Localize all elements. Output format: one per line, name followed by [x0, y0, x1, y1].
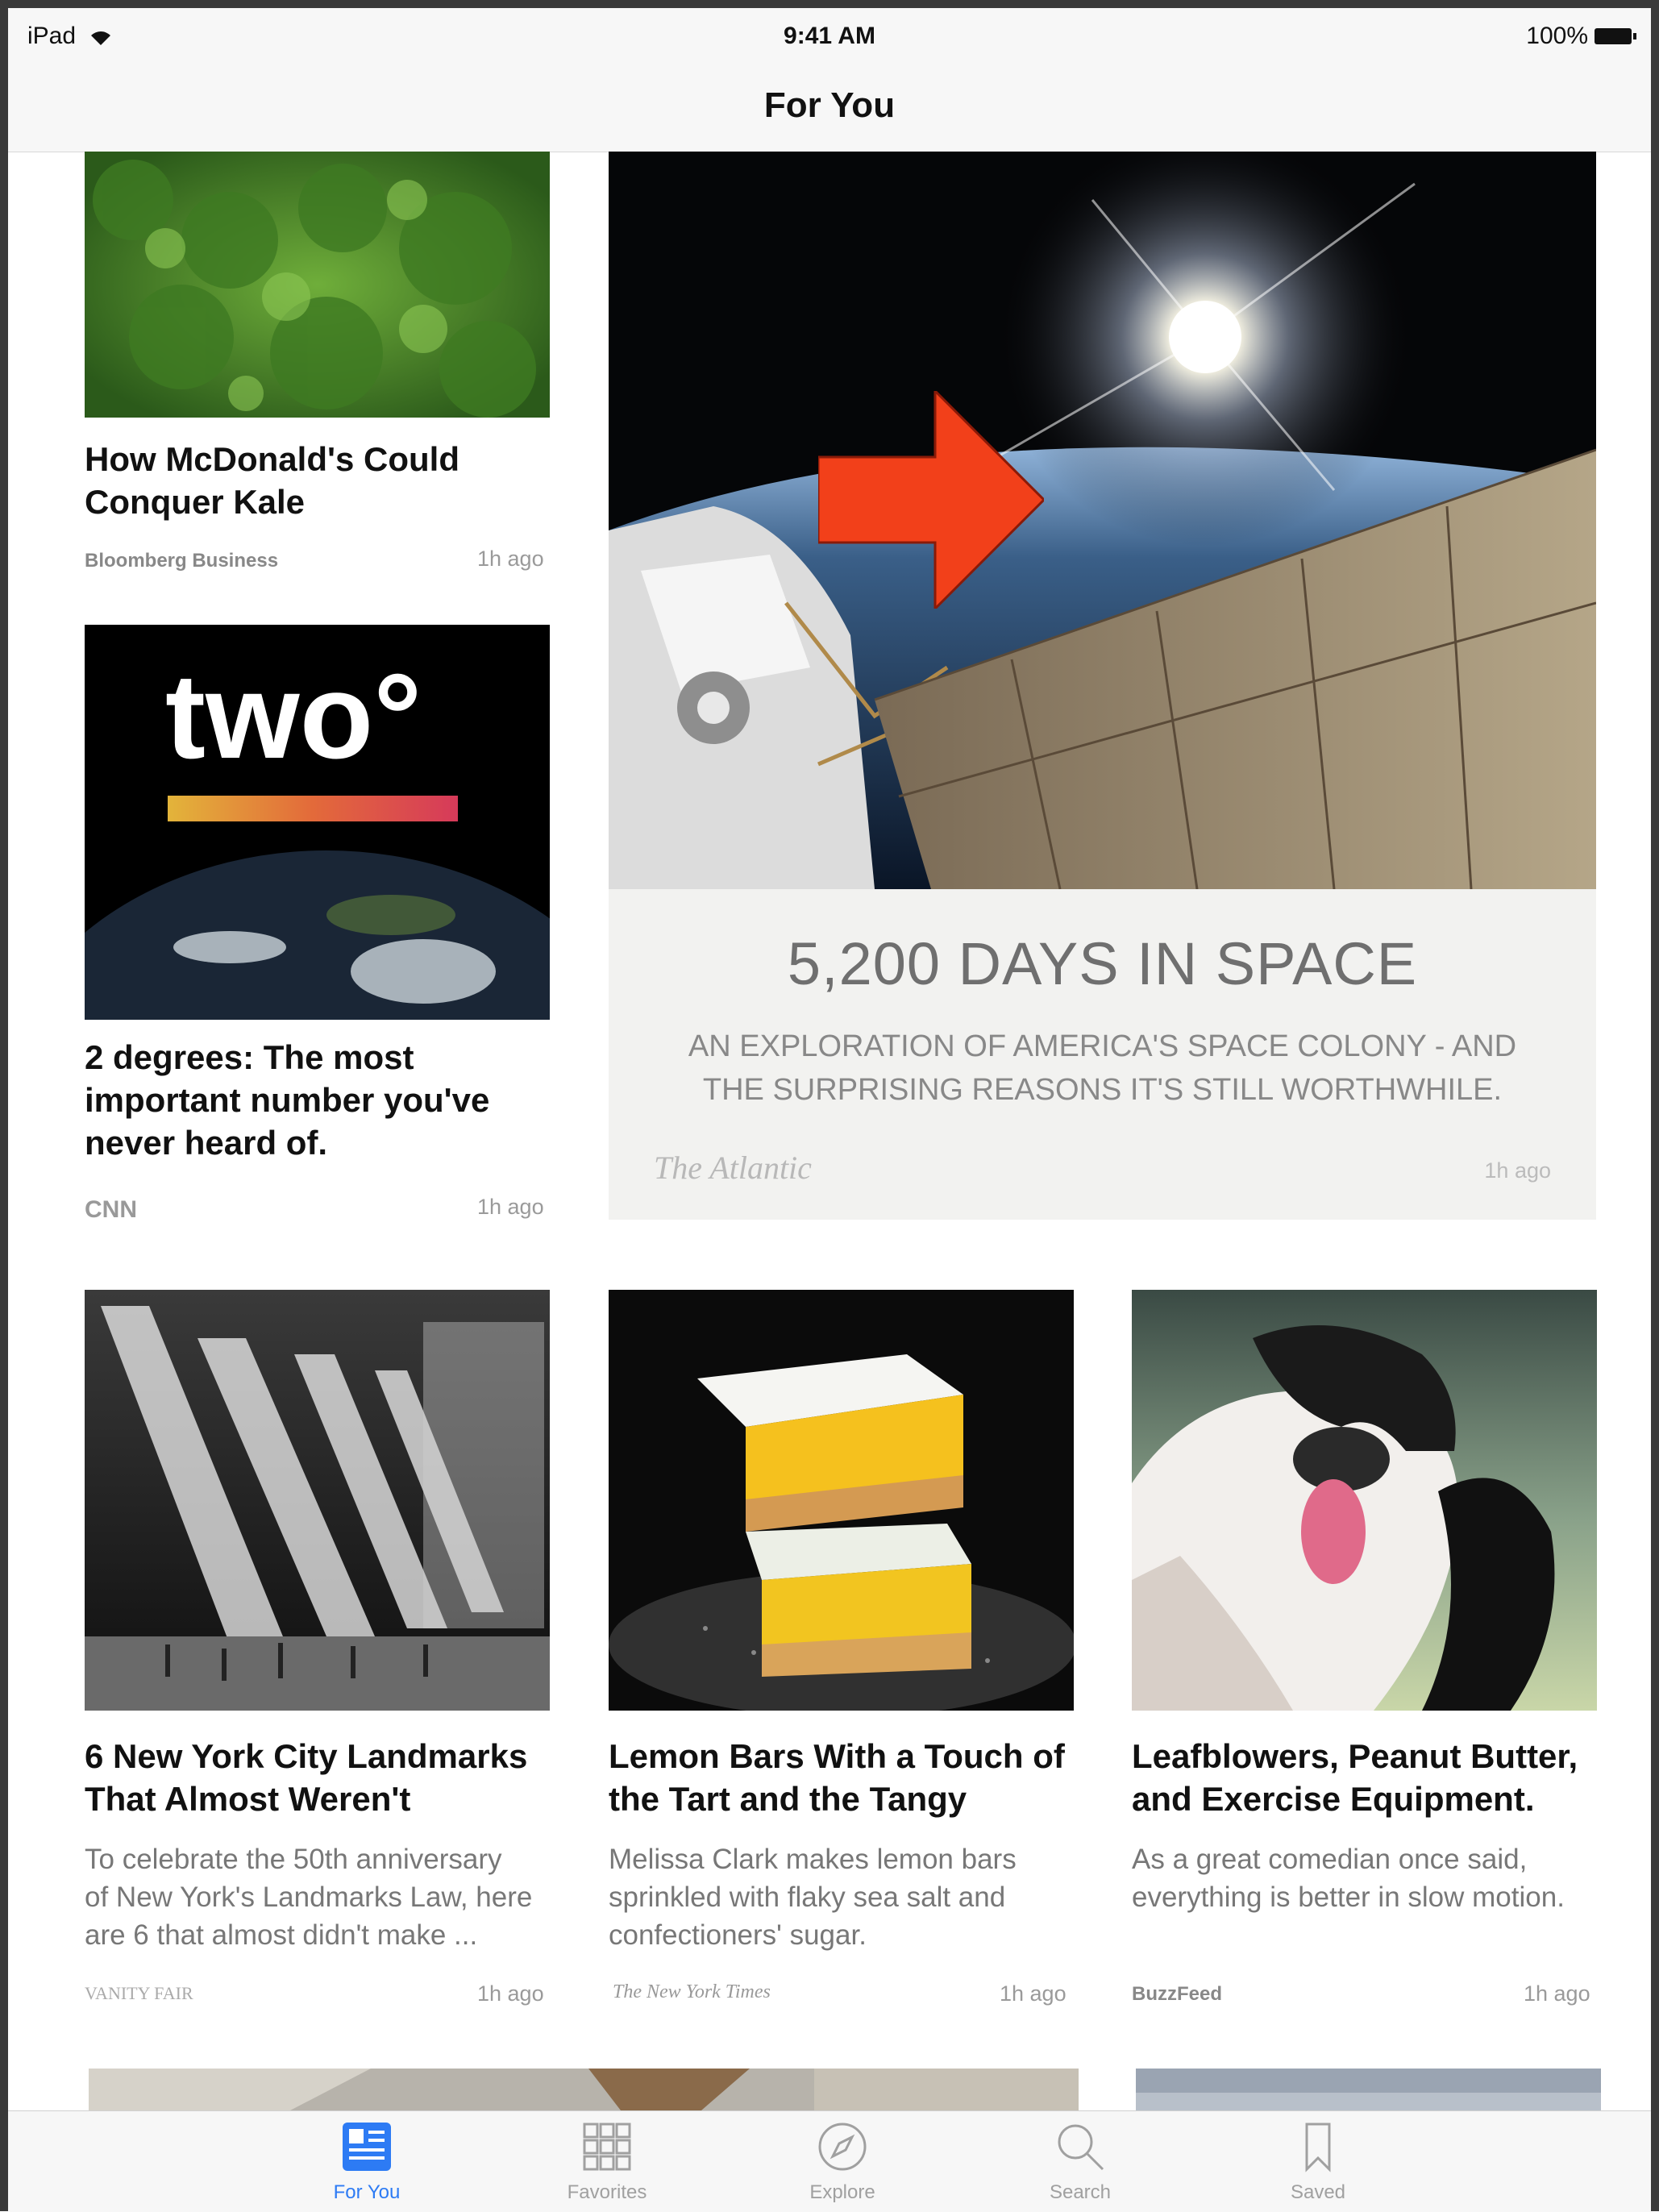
article-leafblowers-headline[interactable]: Leafblowers, Peanut Butter, and Exercise…: [1132, 1735, 1632, 1820]
featured-article-panel[interactable]: 5,200 DAYS IN SPACE AN EXPLORATION OF AM…: [609, 889, 1596, 1220]
headline-line: Lemon Bars With a Touch of: [609, 1737, 1065, 1775]
tab-for-you[interactable]: For You: [302, 2121, 431, 2204]
article-landmarks-time: 1h ago: [477, 1981, 544, 2006]
subtitle-line: AN EXPLORATION OF AMERICA'S SPACE COLONY…: [688, 1029, 1517, 1063]
article-lemon-bars-headline[interactable]: Lemon Bars With a Touch of the Tart and …: [609, 1735, 1092, 1820]
summary-line: Melissa Clark makes lemon bars: [609, 1844, 1017, 1875]
article-landmarks-source: VANITY FAIR: [85, 1983, 193, 2003]
headline-line: Conquer Kale: [85, 483, 306, 521]
arrow-icon: [818, 391, 1044, 609]
headline-line: 6 New York City Landmarks: [85, 1737, 528, 1775]
article-lemon-bars-source: The New York Times: [613, 1981, 771, 2002]
tab-label: Saved: [1290, 2181, 1346, 2203]
article-space-image[interactable]: [609, 152, 1596, 889]
battery-indicator: 100%: [1526, 23, 1636, 50]
bookmark-icon: [1305, 2123, 1331, 2172]
article-leafblowers-time: 1h ago: [1524, 1981, 1590, 2006]
summary-line: confectioners' sugar.: [609, 1919, 867, 1951]
battery-percent: 100%: [1526, 23, 1588, 49]
headline-line: and Exercise Equipment.: [1132, 1780, 1535, 1818]
compass-icon: [818, 2123, 867, 2171]
headline-line: never heard of.: [85, 1124, 328, 1162]
status-time: 9:41 AM: [784, 23, 875, 49]
article-two-degrees-headline[interactable]: 2 degrees: The most important number you…: [85, 1036, 552, 1164]
article-landmarks-summary: To celebrate the 50th anniversary of New…: [85, 1840, 568, 1954]
tab-search[interactable]: Search: [1016, 2121, 1145, 2204]
headline-line: the Tart and the Tangy: [609, 1780, 967, 1818]
navigation-bar: For You: [8, 64, 1651, 152]
article-two-degrees-source: CNN: [85, 1196, 137, 1223]
subtitle-line: THE SURPRISING REASONS IT'S STILL WORTHW…: [702, 1073, 1503, 1107]
article-partial-image-right[interactable]: [1136, 2069, 1601, 2110]
article-two-degrees-image[interactable]: two°: [85, 625, 550, 1020]
tab-label: Search: [1049, 2181, 1112, 2203]
article-kale-image[interactable]: [85, 152, 550, 418]
featured-subtitle: AN EXPLORATION OF AMERICA'S SPACE COLONY…: [641, 1025, 1564, 1112]
headline-line: How McDonald's Could: [85, 440, 459, 478]
search-icon: [1058, 2124, 1104, 2171]
summary-line: sprinkled with flaky sea salt and: [609, 1881, 1006, 1913]
article-lemon-bars-image[interactable]: [609, 1290, 1074, 1711]
tab-favorites[interactable]: Favorites: [543, 2121, 672, 2204]
tab-label: Explore: [809, 2181, 875, 2203]
featured-title: 5,200 DAYS IN SPACE: [787, 930, 1418, 997]
tab-explore[interactable]: Explore: [778, 2121, 907, 2204]
article-landmarks-image[interactable]: [85, 1290, 550, 1711]
article-leafblowers-image[interactable]: [1132, 1290, 1597, 1711]
featured-source: The Atlantic: [654, 1150, 812, 1186]
summary-line: are 6 that almost didn't make ...: [85, 1919, 478, 1951]
summary-line: everything is better in slow motion.: [1132, 1881, 1565, 1913]
article-kale-source: Bloomberg Business: [85, 550, 279, 572]
summary-line: of New York's Landmarks Law, here: [85, 1881, 533, 1913]
status-bar: iPad 9:41 AM 100%: [8, 8, 1651, 64]
headline-line: That Almost Weren't: [85, 1780, 411, 1818]
article-two-degrees-time: 1h ago: [477, 1195, 544, 1219]
news-icon: [343, 2123, 391, 2171]
tab-label: For You: [333, 2181, 401, 2203]
article-leafblowers-source: BuzzFeed: [1132, 1983, 1223, 2005]
featured-time: 1h ago: [1484, 1158, 1551, 1183]
page-title: For You: [763, 85, 896, 125]
article-landmarks-headline[interactable]: 6 New York City Landmarks That Almost We…: [85, 1735, 568, 1820]
headline-line: 2 degrees: The most: [85, 1038, 414, 1076]
article-lemon-bars-time: 1h ago: [1000, 1981, 1066, 2006]
summary-line: As a great comedian once said,: [1132, 1844, 1528, 1875]
article-leafblowers-summary: As a great comedian once said, everythin…: [1132, 1840, 1632, 1916]
article-kale-time: 1h ago: [477, 547, 544, 571]
headline-line: Leafblowers, Peanut Butter,: [1132, 1737, 1578, 1775]
article-kale-headline[interactable]: How McDonald's Could Conquer Kale: [85, 438, 552, 523]
headline-line: important number you've: [85, 1081, 490, 1119]
article-lemon-bars-summary: Melissa Clark makes lemon bars sprinkled…: [609, 1840, 1092, 1954]
two-degrees-logo: two°: [165, 648, 422, 784]
tab-bar: For You Favorites Explore Search Saved: [8, 2110, 1651, 2212]
article-partial-image-left[interactable]: [89, 2069, 1079, 2110]
tab-label: Favorites: [567, 2181, 647, 2203]
tab-saved[interactable]: Saved: [1254, 2121, 1382, 2204]
battery-icon: [1595, 28, 1636, 44]
summary-line: To celebrate the 50th anniversary: [85, 1844, 502, 1875]
grid-icon: [583, 2123, 631, 2171]
